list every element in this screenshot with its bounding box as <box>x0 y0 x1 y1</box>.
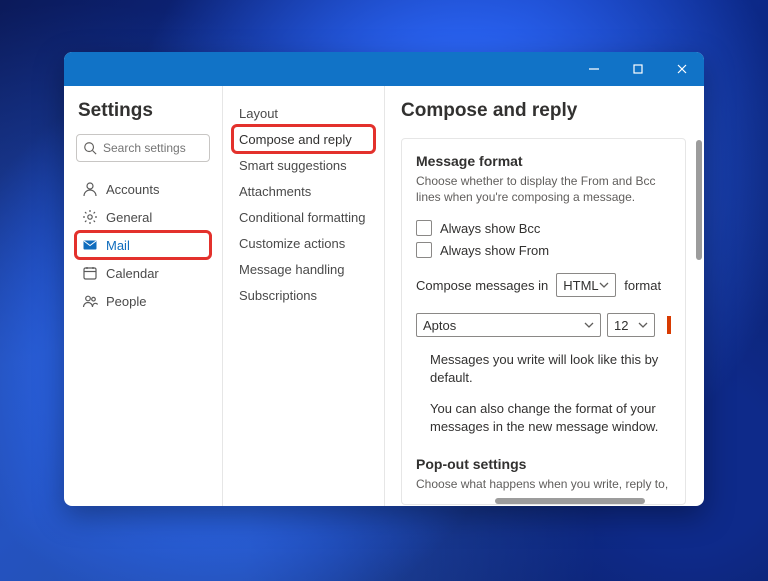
subnav-label: Subscriptions <box>239 288 317 303</box>
minimize-icon <box>588 63 600 75</box>
font-color-swatch[interactable] <box>667 316 671 334</box>
sidebar-item-label: Calendar <box>106 266 159 281</box>
desktop-background: Settings Accounts General <box>0 0 768 581</box>
subnav-label: Message handling <box>239 262 345 277</box>
panel-title: Compose and reply <box>401 100 686 122</box>
chevron-down-icon <box>584 318 594 333</box>
close-icon <box>676 63 688 75</box>
sidebar-item-people[interactable]: People <box>76 288 210 314</box>
sidebar-item-label: Mail <box>106 238 130 253</box>
settings-title: Settings <box>76 100 210 122</box>
compose-format-line: Compose messages in HTML format <box>416 273 671 297</box>
always-show-bcc-row[interactable]: Always show Bcc <box>416 217 671 239</box>
popout-heading: Pop-out settings <box>416 456 671 472</box>
settings-sidebar: Settings Accounts General <box>64 86 223 506</box>
checkbox-bcc-label: Always show Bcc <box>440 221 540 236</box>
subnav-layout[interactable]: Layout <box>233 100 374 126</box>
maximize-button[interactable] <box>616 52 660 86</box>
popout-description: Choose what happens when you write, repl… <box>416 476 671 492</box>
subnav-label: Layout <box>239 106 278 121</box>
compose-prefix: Compose messages in <box>416 278 548 293</box>
subnav-compose-and-reply[interactable]: Compose and reply <box>233 126 374 152</box>
gear-icon <box>82 209 98 225</box>
message-format-heading: Message format <box>416 153 671 169</box>
preview-box: Messages you write will look like this b… <box>416 351 671 435</box>
people-icon <box>82 293 98 309</box>
settings-subnav: Layout Compose and reply Smart suggestio… <box>223 86 385 506</box>
settings-window: Settings Accounts General <box>64 52 704 506</box>
horizontal-scrollbar-thumb[interactable] <box>495 498 645 504</box>
sidebar-item-label: Accounts <box>106 182 159 197</box>
person-icon <box>82 181 98 197</box>
checkbox-bcc[interactable] <box>416 220 432 236</box>
subnav-label: Attachments <box>239 184 311 199</box>
sidebar-item-general[interactable]: General <box>76 204 210 230</box>
content-scroll: Compose and reply Message format Choose … <box>385 86 704 506</box>
sidebar-item-calendar[interactable]: Calendar <box>76 260 210 286</box>
font-size-select[interactable]: 12 <box>607 313 655 337</box>
subnav-smart-suggestions[interactable]: Smart suggestions <box>233 152 374 178</box>
compose-format-value: HTML <box>563 278 598 293</box>
subnav-label: Compose and reply <box>239 132 352 147</box>
subnav-message-handling[interactable]: Message handling <box>233 256 374 282</box>
mail-icon <box>82 237 98 253</box>
vertical-scrollbar-thumb[interactable] <box>696 140 702 260</box>
settings-nav: Accounts General Mail Calendar <box>76 176 210 314</box>
message-format-description: Choose whether to display the From and B… <box>416 173 671 205</box>
sidebar-item-label: General <box>106 210 152 225</box>
search-wrap <box>76 134 210 162</box>
maximize-icon <box>632 63 644 75</box>
titlebar <box>64 52 704 86</box>
checkbox-from[interactable] <box>416 242 432 258</box>
compose-format-select[interactable]: HTML <box>556 273 616 297</box>
font-family-select[interactable]: Aptos <box>416 313 601 337</box>
close-button[interactable] <box>660 52 704 86</box>
settings-content: Compose and reply Message format Choose … <box>385 86 704 506</box>
always-show-from-row[interactable]: Always show From <box>416 239 671 261</box>
subnav-label: Customize actions <box>239 236 345 251</box>
chevron-down-icon <box>599 278 609 293</box>
sidebar-item-accounts[interactable]: Accounts <box>76 176 210 202</box>
font-row: Aptos 12 <box>416 313 671 337</box>
calendar-icon <box>82 265 98 281</box>
sidebar-item-mail[interactable]: Mail <box>76 232 210 258</box>
preview-line-1: Messages you write will look like this b… <box>430 351 671 386</box>
subnav-conditional-formatting[interactable]: Conditional formatting <box>233 204 374 230</box>
preview-line-2: You can also change the format of your m… <box>430 400 671 435</box>
search-icon <box>83 141 97 158</box>
sidebar-item-label: People <box>106 294 146 309</box>
compose-suffix: format <box>624 278 661 293</box>
chevron-down-icon <box>638 318 648 333</box>
subnav-attachments[interactable]: Attachments <box>233 178 374 204</box>
subnav-customize-actions[interactable]: Customize actions <box>233 230 374 256</box>
subnav-label: Smart suggestions <box>239 158 347 173</box>
checkbox-from-label: Always show From <box>440 243 549 258</box>
subnav-label: Conditional formatting <box>239 210 365 225</box>
font-family-value: Aptos <box>423 318 456 333</box>
settings-body: Settings Accounts General <box>64 86 704 506</box>
font-size-value: 12 <box>614 318 628 333</box>
subnav-subscriptions[interactable]: Subscriptions <box>233 282 374 308</box>
minimize-button[interactable] <box>572 52 616 86</box>
settings-box: Message format Choose whether to display… <box>401 138 686 505</box>
